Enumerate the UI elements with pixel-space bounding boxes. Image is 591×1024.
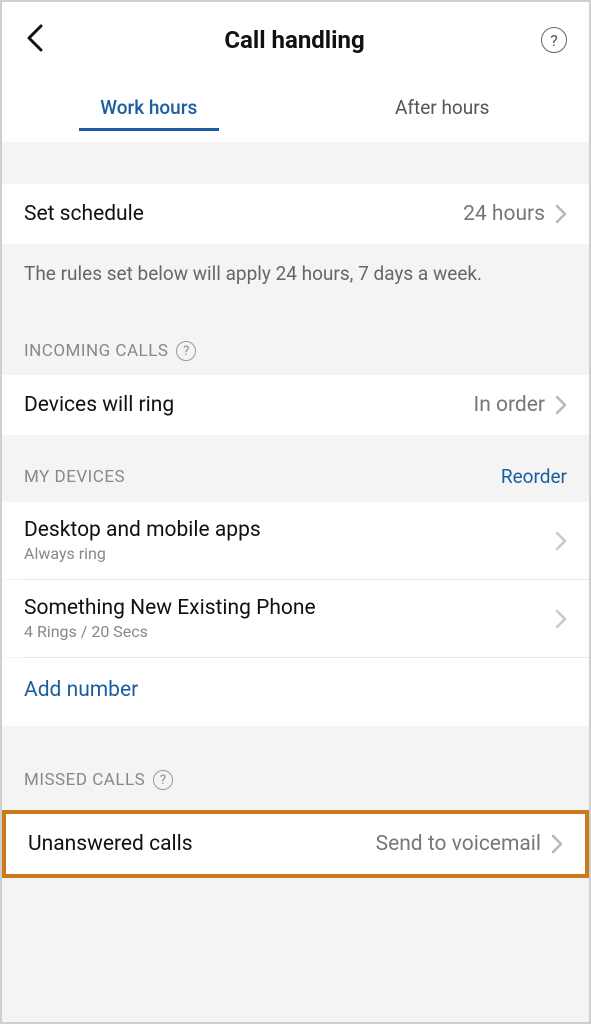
chevron-right-icon	[555, 204, 567, 224]
help-icon[interactable]: ?	[153, 770, 173, 790]
chevron-right-icon	[555, 395, 567, 415]
section-caption: MY DEVICES	[24, 467, 125, 487]
device-detail: 4 Rings / 20 Secs	[24, 622, 316, 641]
section-my-devices: MY DEVICES Reorder	[2, 435, 589, 502]
row-devices-will-ring[interactable]: Devices will ring In order	[2, 375, 589, 435]
header: Call handling ? Work hours After hours	[2, 2, 589, 142]
row-set-schedule[interactable]: Set schedule 24 hours	[2, 184, 589, 244]
add-number-link: Add number	[24, 678, 138, 702]
section-incoming-calls: INCOMING CALLS ?	[2, 311, 589, 375]
row-label: Devices will ring	[24, 393, 174, 417]
schedule-info: The rules set below will apply 24 hours,…	[2, 244, 589, 311]
chevron-right-icon	[555, 609, 567, 629]
row-label: Unanswered calls	[28, 832, 193, 856]
reorder-link[interactable]: Reorder	[501, 465, 567, 488]
tab-label: Work hours	[100, 96, 197, 119]
highlighted-row: Unanswered calls Send to voicemail	[2, 810, 589, 878]
device-name: Desktop and mobile apps	[24, 518, 261, 542]
section-missed-calls: MISSED CALLS ?	[2, 726, 589, 804]
device-row-existing-phone[interactable]: Something New Existing Phone 4 Rings / 2…	[2, 580, 589, 657]
row-label: Set schedule	[24, 202, 144, 226]
device-name: Something New Existing Phone	[24, 596, 316, 620]
back-icon[interactable]	[24, 24, 48, 56]
chevron-right-icon	[551, 834, 563, 854]
tabs: Work hours After hours	[2, 96, 589, 131]
tab-label: After hours	[395, 96, 489, 119]
row-value: 24 hours	[463, 202, 545, 226]
section-caption: MISSED CALLS	[24, 770, 145, 790]
row-value: Send to voicemail	[376, 832, 541, 856]
chevron-right-icon	[555, 531, 567, 551]
tab-after-hours[interactable]: After hours	[296, 96, 590, 131]
help-icon[interactable]: ?	[176, 341, 196, 361]
device-row-desktop-mobile[interactable]: Desktop and mobile apps Always ring	[2, 502, 589, 579]
content: Set schedule 24 hours The rules set belo…	[2, 142, 589, 878]
device-detail: Always ring	[24, 544, 261, 563]
row-unanswered-calls[interactable]: Unanswered calls Send to voicemail	[6, 814, 585, 874]
help-icon[interactable]: ?	[541, 27, 567, 53]
row-value: In order	[473, 393, 545, 417]
screen: Call handling ? Work hours After hours S…	[0, 0, 591, 1024]
section-caption: INCOMING CALLS	[24, 341, 168, 361]
add-number-row[interactable]: Add number	[2, 658, 589, 726]
page-title: Call handling	[224, 26, 364, 54]
tab-work-hours[interactable]: Work hours	[2, 96, 296, 131]
